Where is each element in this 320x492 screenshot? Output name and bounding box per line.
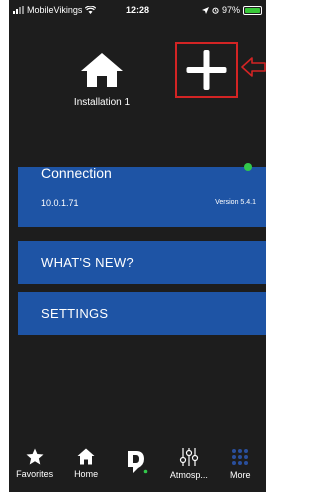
settings-label: SETTINGS bbox=[41, 306, 109, 321]
home-icon bbox=[81, 53, 123, 87]
connection-card[interactable]: Connection 10.0.1.71 Version 5.4.1 bbox=[18, 163, 266, 227]
arrow-left-icon bbox=[241, 57, 266, 77]
installation-label: Installation 1 bbox=[73, 97, 131, 108]
status-bar: MobileVikings 12:28 97% bbox=[9, 0, 266, 22]
battery-percent: 97% bbox=[221, 5, 240, 15]
whats-new-button[interactable]: WHAT'S NEW? bbox=[18, 241, 266, 284]
connection-ip: 10.0.1.71 bbox=[41, 198, 79, 208]
status-right: 97% bbox=[201, 5, 262, 15]
add-installation-button[interactable] bbox=[175, 42, 238, 98]
phone-screen: MobileVikings 12:28 97% Installation 1 C… bbox=[9, 0, 266, 492]
tab-more-label: More bbox=[229, 470, 251, 480]
connection-status-indicator bbox=[244, 163, 252, 171]
tab-home[interactable]: Home bbox=[61, 440, 111, 492]
battery-icon bbox=[243, 5, 262, 15]
tab-favorites[interactable]: Favorites bbox=[10, 440, 60, 492]
alarm-icon bbox=[212, 7, 219, 14]
star-icon bbox=[26, 448, 44, 465]
logo-icon bbox=[128, 451, 148, 474]
location-icon bbox=[201, 6, 209, 14]
settings-button[interactable]: SETTINGS bbox=[18, 292, 266, 335]
tab-atmosphere[interactable]: Atmosp... bbox=[164, 440, 214, 492]
tab-home-label: Home bbox=[74, 469, 99, 479]
tab-favorites-label: Favorites bbox=[16, 469, 54, 479]
sliders-icon bbox=[179, 448, 198, 466]
whats-new-label: WHAT'S NEW? bbox=[41, 255, 134, 270]
connection-title: Connection bbox=[41, 165, 112, 181]
plus-icon bbox=[186, 50, 227, 90]
connection-version: Version 5.4.1 bbox=[215, 199, 256, 206]
tab-atmosphere-label: Atmosp... bbox=[169, 470, 208, 480]
installation-button[interactable]: Installation 1 bbox=[57, 52, 147, 108]
home-icon bbox=[77, 448, 95, 465]
tab-bar: Favorites Home Atmosp... More bbox=[9, 440, 266, 492]
grid-icon bbox=[232, 449, 249, 465]
tab-more[interactable]: More bbox=[215, 440, 265, 492]
tab-logo[interactable] bbox=[112, 440, 162, 492]
